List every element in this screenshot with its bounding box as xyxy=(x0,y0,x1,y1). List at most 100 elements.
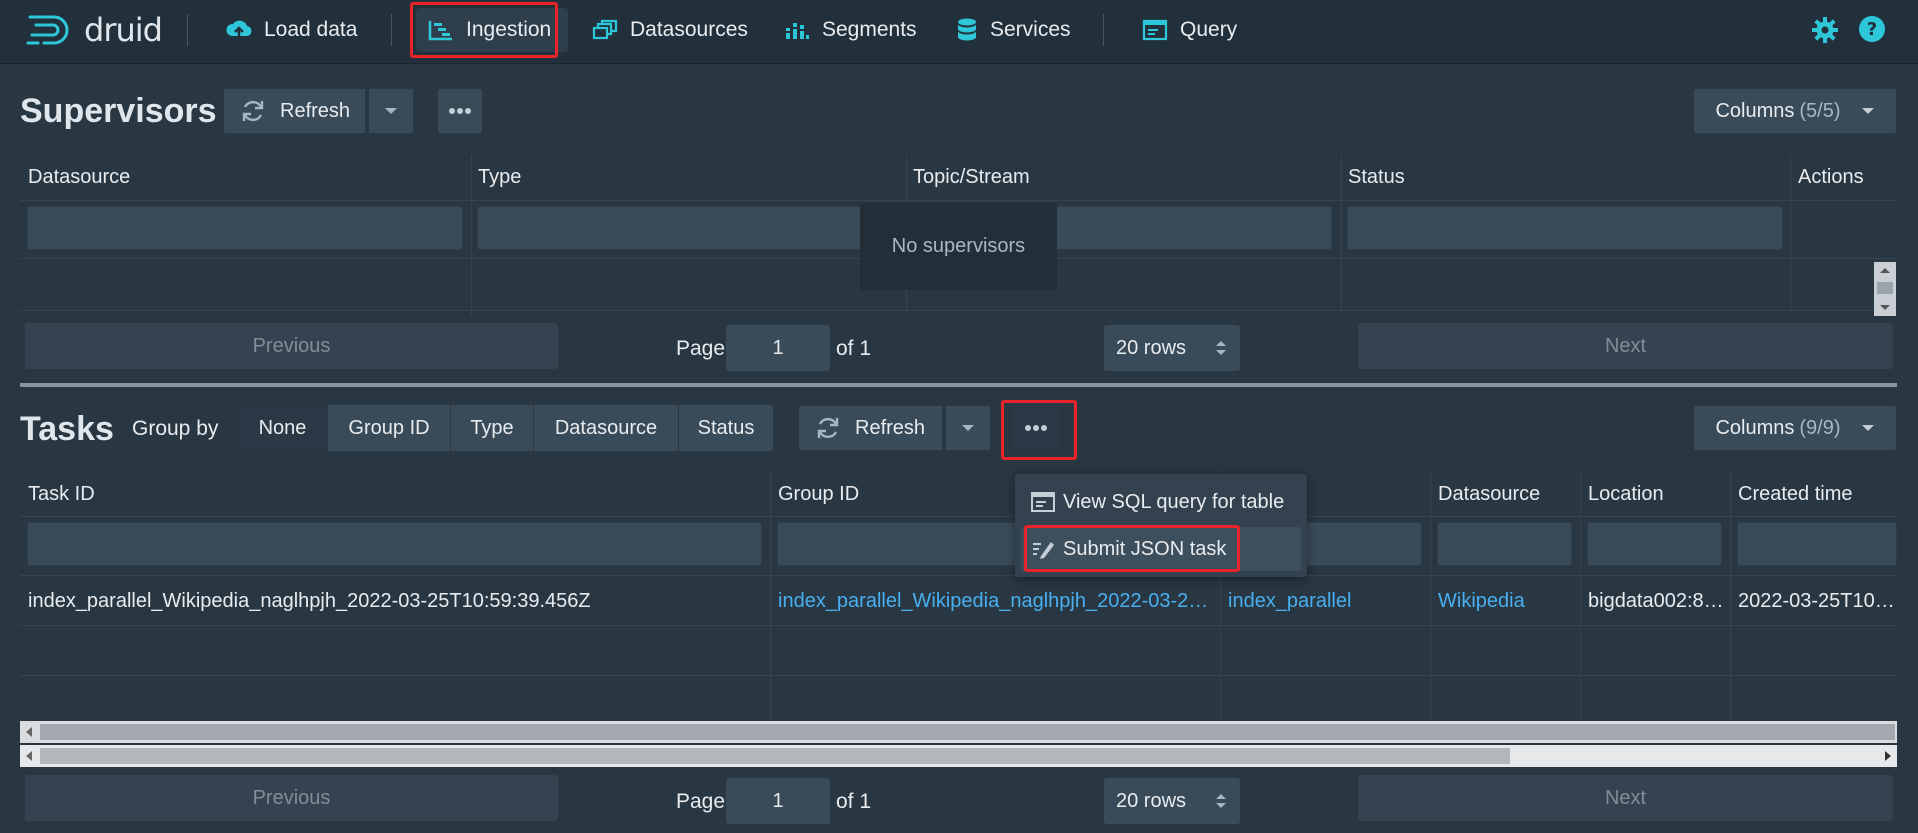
tasks-group-by: None Group ID Type Datasource Status xyxy=(238,405,773,451)
supervisors-title: Supervisors xyxy=(20,92,217,130)
column-divider xyxy=(1580,470,1581,720)
group-by-datasource[interactable]: Datasource xyxy=(534,405,679,451)
refresh-icon xyxy=(242,100,264,122)
supervisors-page-of: of 1 xyxy=(836,337,872,360)
double-caret-icon xyxy=(1216,794,1226,808)
tasks-page-input[interactable]: 1 xyxy=(726,778,830,824)
tasks-previous-button[interactable]: Previous xyxy=(25,775,558,821)
supervisors-col-status[interactable]: Status xyxy=(1348,166,1405,189)
nav-query-label: Query xyxy=(1180,18,1238,41)
column-divider xyxy=(1730,470,1731,720)
scroll-up-icon xyxy=(1880,268,1890,273)
tasks-refresh-label: Refresh xyxy=(855,416,926,439)
tasks-col-task-id[interactable]: Task ID xyxy=(28,483,95,506)
caret-down-icon xyxy=(1861,425,1874,431)
nav-divider xyxy=(1103,14,1104,46)
gear-icon[interactable] xyxy=(1811,16,1839,44)
scroll-thumb[interactable] xyxy=(1877,282,1893,294)
edit-icon xyxy=(1033,542,1054,559)
tasks-hscroll-track-2[interactable] xyxy=(20,745,1897,767)
supervisors-page-input[interactable]: 1 xyxy=(726,325,830,371)
tasks-columns-label: Columns xyxy=(1715,416,1795,439)
double-caret-icon xyxy=(1216,341,1226,355)
tasks-more-menu: View SQL query for table Submit JSON tas… xyxy=(1015,474,1307,577)
supervisors-filter-datasource[interactable] xyxy=(27,206,463,250)
supervisors-filter-status[interactable] xyxy=(1347,206,1783,250)
nav-services-label: Services xyxy=(990,18,1071,41)
tasks-col-group-id[interactable]: Group ID xyxy=(778,483,859,506)
supervisors-col-type[interactable]: Type xyxy=(478,166,521,189)
group-by-none[interactable]: None xyxy=(238,405,328,451)
menu-submit-json-label: Submit JSON task xyxy=(1063,537,1227,560)
stacked-chart-icon xyxy=(786,23,809,39)
menu-submit-json[interactable]: Submit JSON task xyxy=(1031,531,1226,567)
nav-ingestion[interactable]: Ingestion xyxy=(416,8,568,52)
row-divider xyxy=(20,675,1897,676)
tasks-rows-select[interactable]: 20 rows xyxy=(1104,778,1240,824)
nav-divider xyxy=(187,14,188,46)
tasks-filter-location[interactable] xyxy=(1587,522,1722,566)
tasks-columns-count: (9/9) xyxy=(1799,416,1841,439)
nav-ingestion-label: Ingestion xyxy=(466,18,552,41)
nav-datasources[interactable]: Datasources xyxy=(580,8,760,52)
section-divider[interactable] xyxy=(20,383,1897,387)
tasks-col-created-time[interactable]: Created time xyxy=(1738,483,1853,506)
nav-query[interactable]: Query xyxy=(1130,8,1249,52)
scroll-left-icon xyxy=(26,727,32,737)
supervisors-more-button[interactable] xyxy=(437,88,483,134)
group-by-status[interactable]: Status xyxy=(679,405,773,451)
tasks-title: Tasks xyxy=(20,410,114,448)
group-by-type[interactable]: Type xyxy=(451,405,534,451)
nav-services[interactable]: Services xyxy=(944,8,1083,52)
supervisors-columns-button[interactable]: Columns (5/5) xyxy=(1693,88,1897,134)
scroll-left-icon xyxy=(26,751,32,761)
nav-load-data-label: Load data xyxy=(264,18,358,41)
tasks-refresh-button[interactable]: Refresh xyxy=(798,405,943,451)
nav-load-data[interactable]: Load data xyxy=(214,8,369,52)
top-navbar: druid Load data Ingestion Datasources Se… xyxy=(0,0,1918,63)
supervisors-col-datasource[interactable]: Datasource xyxy=(28,166,130,189)
group-by-group-id[interactable]: Group ID xyxy=(328,405,451,451)
tasks-filter-created-time[interactable] xyxy=(1737,522,1897,566)
supervisors-scrollbar[interactable] xyxy=(1874,262,1896,316)
supervisors-col-topic[interactable]: Topic/Stream xyxy=(913,166,1030,189)
type-link[interactable]: index_parallel xyxy=(1228,590,1424,613)
tasks-rows-value: 20 rows xyxy=(1116,789,1187,812)
tasks-next-button[interactable]: Next xyxy=(1358,775,1893,821)
tasks-more-button[interactable] xyxy=(1013,405,1059,451)
supervisors-rows-select[interactable]: 20 rows xyxy=(1104,325,1240,371)
druid-logo[interactable]: druid xyxy=(26,10,163,50)
supervisors-next-button[interactable]: Next xyxy=(1358,323,1893,369)
caret-down-icon xyxy=(1861,108,1874,114)
column-divider xyxy=(1341,155,1342,315)
row-divider xyxy=(20,310,1897,311)
tasks-col-location[interactable]: Location xyxy=(1588,483,1664,506)
location-cell: bigdata002:8… xyxy=(1588,590,1724,612)
tasks-page-label: Page xyxy=(676,790,726,813)
tasks-filter-datasource[interactable] xyxy=(1437,522,1572,566)
supervisors-refresh-button[interactable]: Refresh xyxy=(223,88,366,134)
tasks-columns-button[interactable]: Columns (9/9) xyxy=(1693,405,1897,451)
tasks-col-datasource[interactable]: Datasource xyxy=(1438,483,1540,506)
tasks-hscroll-track[interactable] xyxy=(20,721,1897,743)
supervisors-refresh-dropdown[interactable] xyxy=(368,88,414,134)
caret-down-icon xyxy=(385,108,397,114)
tasks-group-by-label: Group by xyxy=(132,417,219,440)
tasks-refresh-dropdown[interactable] xyxy=(945,405,991,451)
supervisors-columns-label: Columns xyxy=(1715,99,1795,122)
datasource-link[interactable]: Wikipedia xyxy=(1438,590,1574,613)
supervisors-no-data: No supervisors xyxy=(860,203,1057,290)
tasks-filter-task-id[interactable] xyxy=(27,522,762,566)
scroll-right-icon xyxy=(1885,751,1891,761)
group-id-link[interactable]: index_parallel_Wikipedia_naglhpjh_2022-0… xyxy=(778,590,1210,613)
column-divider xyxy=(1430,470,1431,720)
help-icon[interactable]: ? xyxy=(1858,15,1886,43)
scroll-thumb[interactable] xyxy=(40,724,1895,740)
menu-view-sql[interactable]: View SQL query for table xyxy=(1031,484,1284,520)
scroll-thumb[interactable] xyxy=(40,748,1510,764)
supervisors-filter-type[interactable] xyxy=(477,206,897,250)
database-icon xyxy=(958,18,976,41)
menu-view-sql-label: View SQL query for table xyxy=(1063,490,1285,513)
supervisors-previous-button[interactable]: Previous xyxy=(25,323,558,369)
nav-segments[interactable]: Segments xyxy=(772,8,929,52)
